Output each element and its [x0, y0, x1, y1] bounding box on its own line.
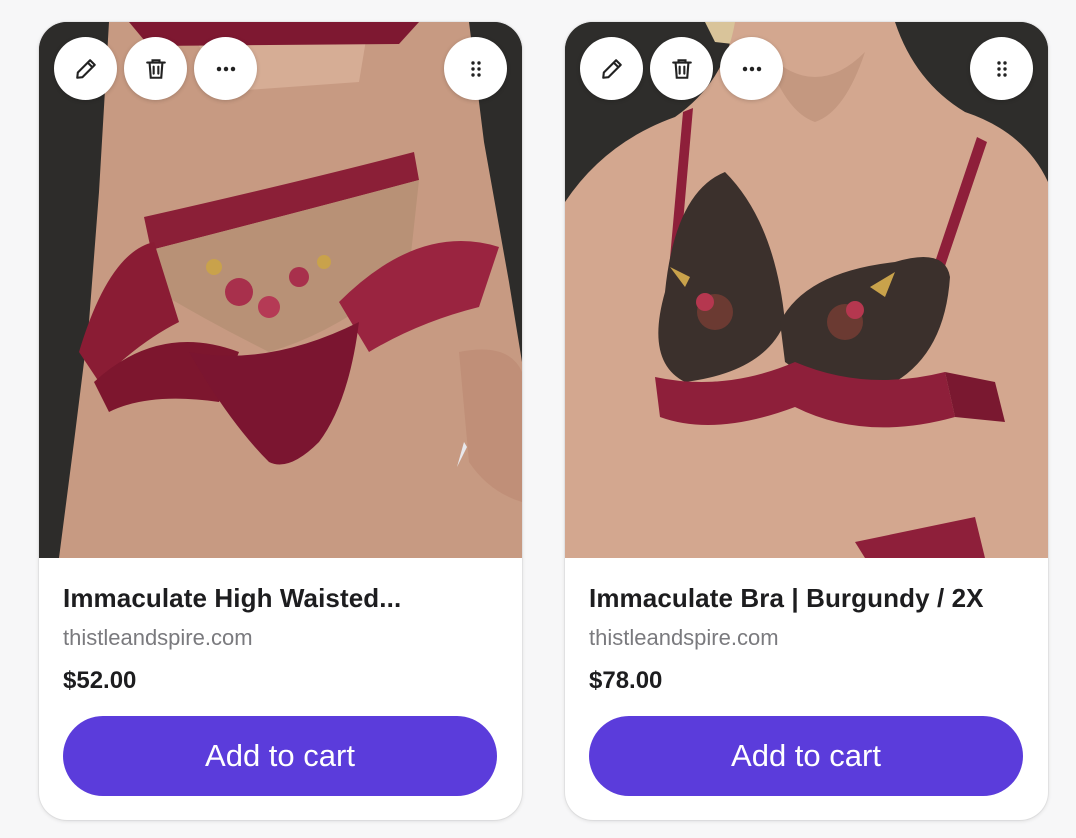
more-horizontal-icon	[216, 66, 235, 71]
drag-handle[interactable]	[970, 37, 1033, 100]
more-options-button[interactable]	[194, 37, 257, 100]
more-options-button[interactable]	[720, 37, 783, 100]
product-price: $52.00	[63, 667, 137, 694]
pencil-icon	[75, 58, 96, 79]
product-card[interactable]: Immaculate High Waisted... thistleandspi…	[39, 22, 522, 820]
drag-handle[interactable]	[444, 37, 507, 100]
product-domain: thistleandspire.com	[63, 625, 253, 650]
drag-handle-icon	[996, 60, 1007, 77]
delete-button[interactable]	[650, 37, 713, 100]
delete-button[interactable]	[124, 37, 187, 100]
product-price: $78.00	[589, 667, 663, 694]
product-grid: Immaculate High Waisted... thistleandspi…	[0, 0, 1076, 838]
drag-handle-icon	[470, 60, 481, 77]
product-domain: thistleandspire.com	[589, 625, 779, 650]
product-card[interactable]: Immaculate Bra | Burgundy / 2X thistlean…	[565, 22, 1048, 820]
product-title[interactable]: Immaculate Bra | Burgundy / 2X	[589, 583, 1029, 614]
add-to-cart-button[interactable]: Add to cart	[63, 716, 497, 796]
product-image[interactable]	[565, 22, 1048, 558]
edit-button[interactable]	[580, 37, 643, 100]
product-title[interactable]: Immaculate High Waisted...	[63, 583, 503, 614]
trash-icon	[145, 58, 166, 79]
more-horizontal-icon	[742, 66, 761, 71]
product-image[interactable]	[39, 22, 522, 558]
trash-icon	[671, 58, 692, 79]
pencil-icon	[601, 58, 622, 79]
edit-button[interactable]	[54, 37, 117, 100]
add-to-cart-button[interactable]: Add to cart	[589, 716, 1023, 796]
